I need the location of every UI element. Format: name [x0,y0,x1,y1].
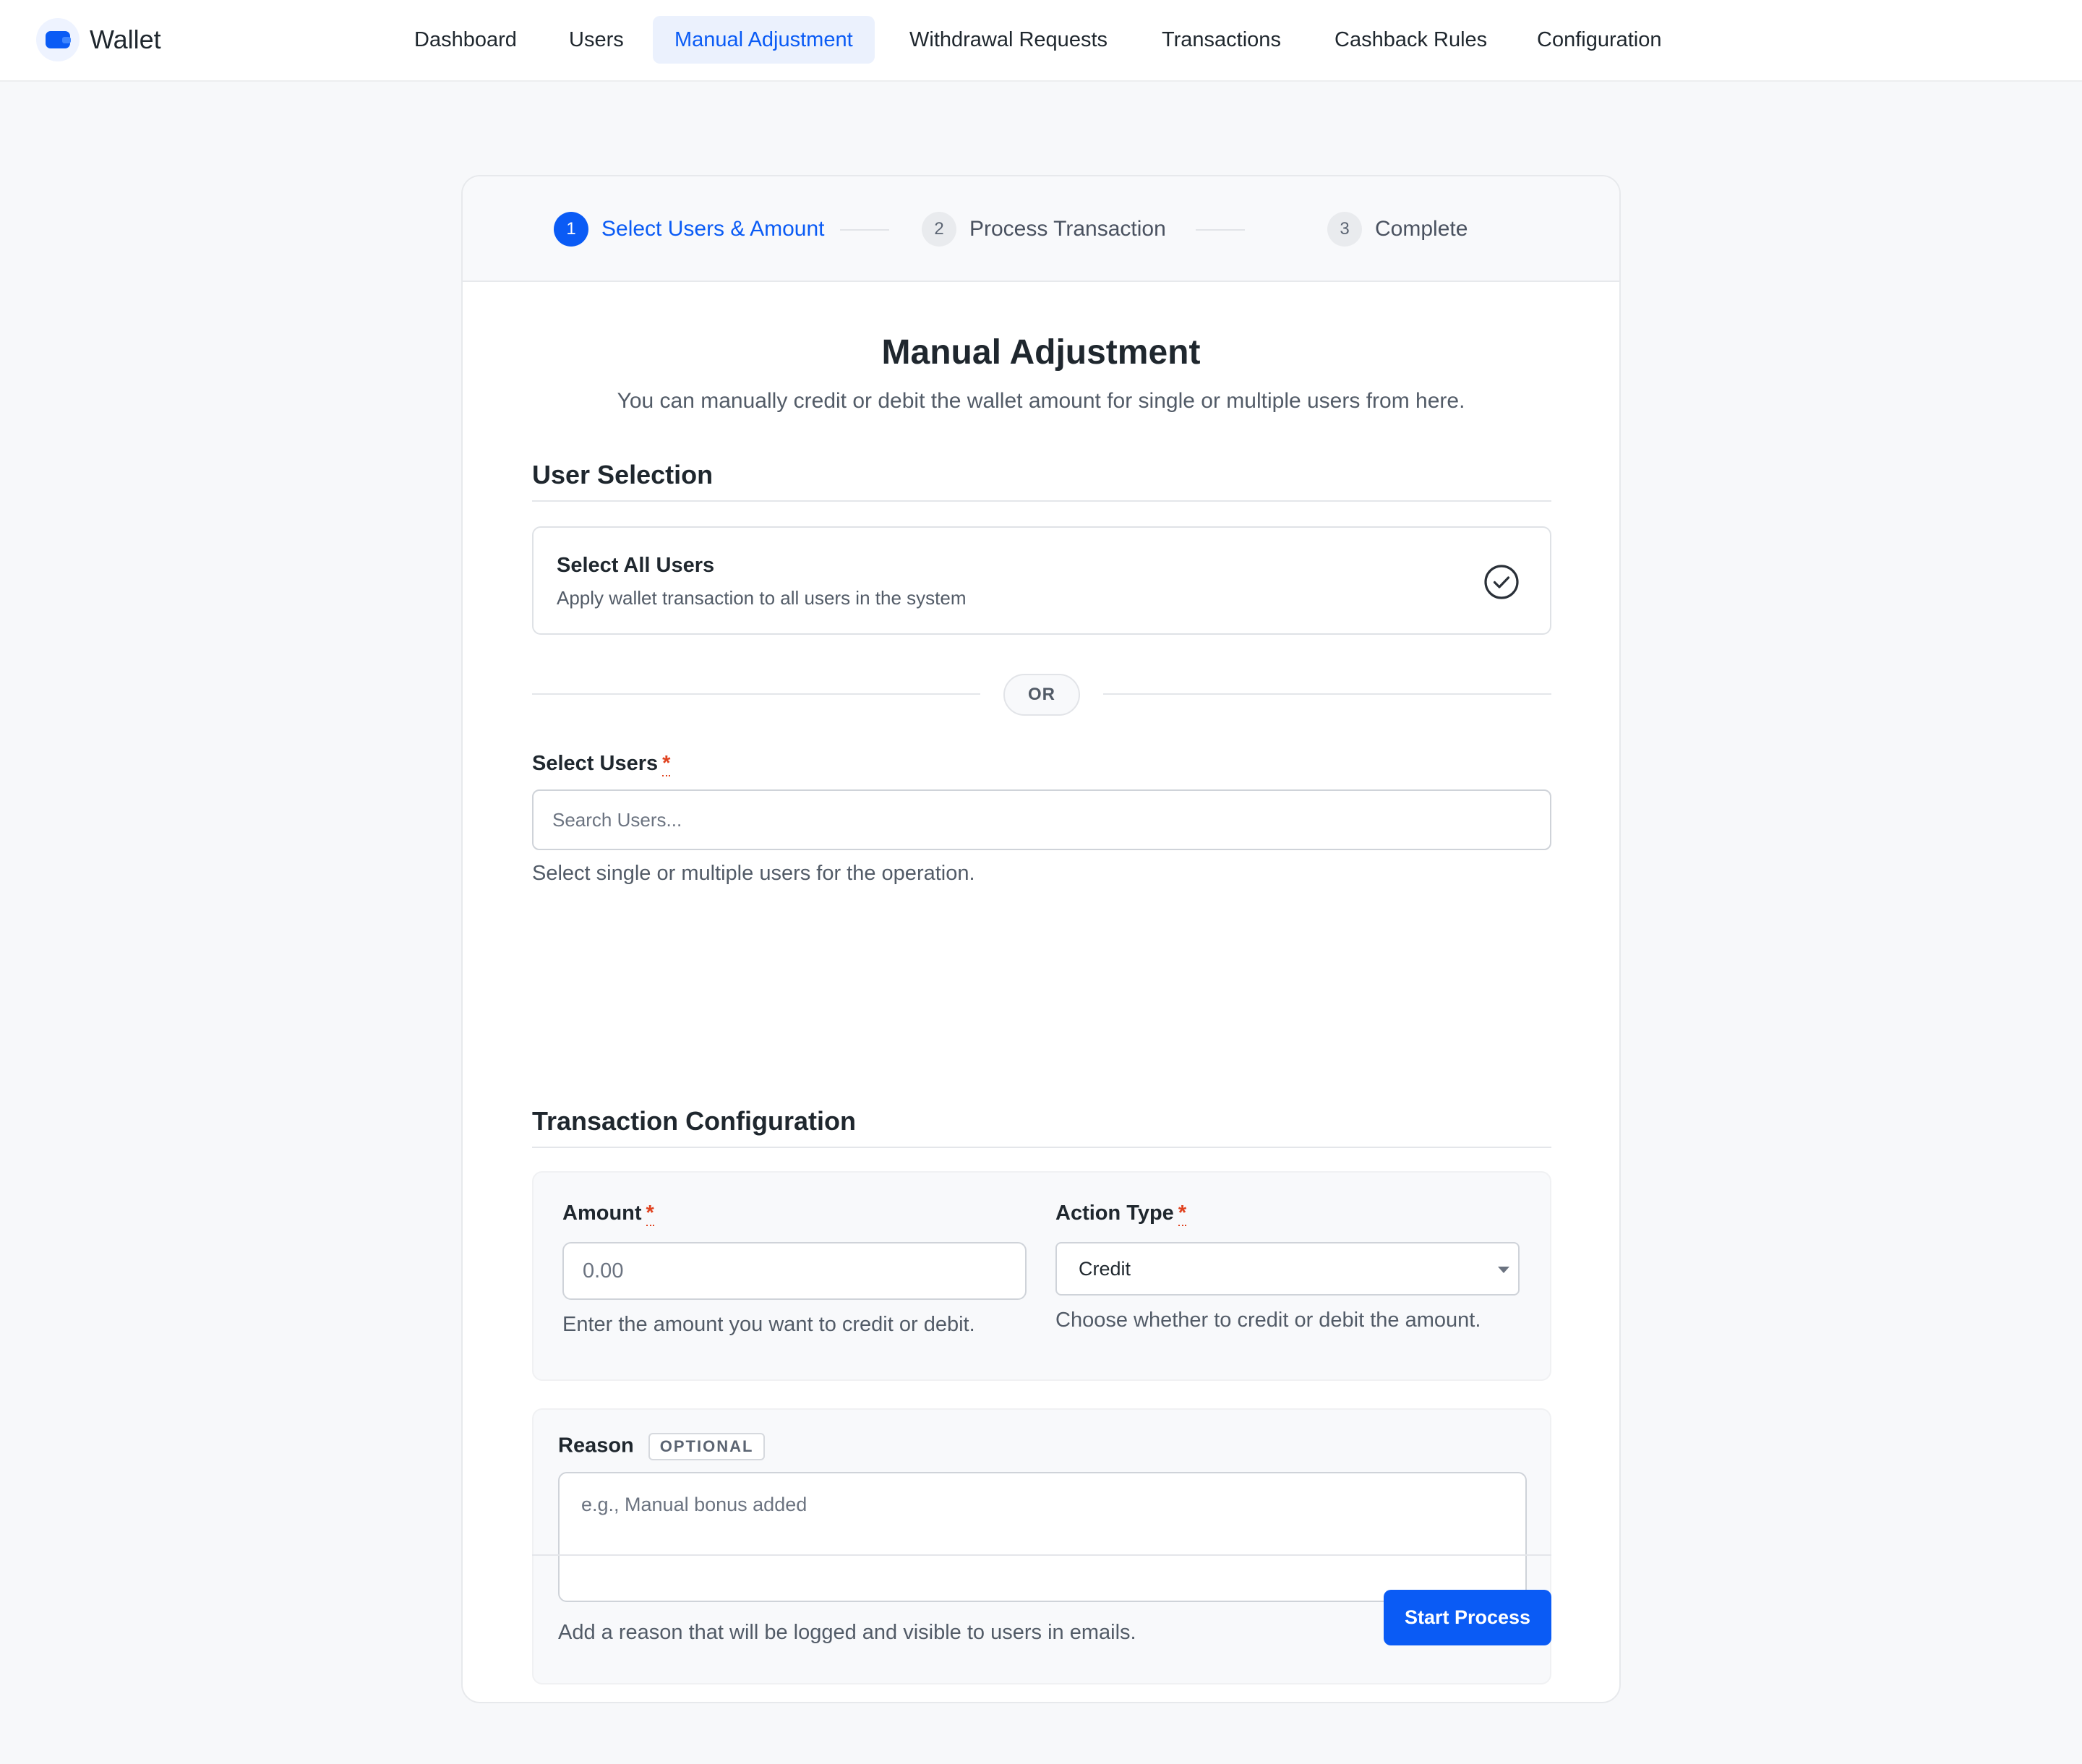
optional-badge: OPTIONAL [648,1433,766,1460]
step-number: 2 [922,212,956,247]
action-type-label-text: Action Type [1055,1202,1174,1225]
action-type-help: Choose whether to credit or debit the am… [1055,1309,1481,1332]
select-users-label-text: Select Users [532,752,659,775]
footer-divider [532,1554,1551,1556]
step-process-transaction: 2 Process Transaction [922,211,1166,247]
amount-help: Enter the amount you want to credit or d… [562,1313,975,1336]
select-all-description: Apply wallet transaction to all users in… [557,587,967,609]
wallet-icon [36,18,80,61]
page-subtitle: You can manually credit or debit the wal… [617,389,1465,413]
nav-manual-adjustment[interactable]: Manual Adjustment [653,16,875,64]
required-mark: * [662,752,671,776]
section-title-transaction-configuration: Transaction Configuration [532,1106,857,1136]
check-circle-icon[interactable] [1483,564,1520,600]
step-label: Process Transaction [969,217,1166,241]
or-divider-right [1103,693,1551,695]
nav-configuration[interactable]: Configuration [1515,16,1684,64]
step-connector [1196,229,1245,231]
nav-cashback-rules[interactable]: Cashback Rules [1313,16,1509,64]
reason-label: Reason OPTIONAL [558,1433,766,1460]
step-number: 3 [1327,212,1362,247]
step-number: 1 [554,212,588,247]
start-process-button[interactable]: Start Process [1384,1590,1551,1645]
or-divider-left [532,693,980,695]
amount-action-panel: Amount* Enter the amount you want to cre… [532,1171,1551,1381]
select-users-help: Select single or multiple users for the … [532,862,975,885]
amount-label-text: Amount [562,1202,642,1225]
nav-withdrawal-requests[interactable]: Withdrawal Requests [888,16,1129,64]
step-label: Complete [1375,217,1468,241]
or-divider-label: OR [1003,674,1080,716]
reason-help: Add a reason that will be logged and vis… [558,1621,1136,1644]
section-divider [532,500,1551,502]
page-title: Manual Adjustment [881,333,1201,372]
action-type-label: Action Type * [1055,1202,1187,1226]
step-connector [840,229,889,231]
search-users-input[interactable] [532,789,1551,850]
required-mark: * [646,1202,654,1226]
brand[interactable]: Wallet [36,18,161,61]
reason-label-text: Reason [558,1434,634,1457]
select-all-users-option[interactable]: Select All Users Apply wallet transactio… [532,526,1551,635]
nav-dashboard[interactable]: Dashboard [393,16,539,64]
required-mark: * [1178,1202,1187,1226]
manual-adjustment-card: 1 Select Users & Amount 2 Process Transa… [461,175,1621,1703]
brand-name: Wallet [90,25,161,54]
step-select-users: 1 Select Users & Amount [554,211,824,247]
stepper: 1 Select Users & Amount 2 Process Transa… [463,176,1619,282]
amount-label: Amount * [562,1202,654,1226]
action-type-selected-value: Credit [1079,1258,1131,1280]
chevron-down-icon [1498,1267,1509,1273]
select-users-label: Select Users * [532,752,671,776]
select-all-title: Select All Users [557,554,715,577]
nav-transactions[interactable]: Transactions [1140,16,1303,64]
step-label: Select Users & Amount [601,217,825,241]
section-divider [532,1147,1551,1148]
amount-input[interactable] [562,1242,1027,1300]
nav-users[interactable]: Users [547,16,646,64]
section-title-user-selection: User Selection [532,460,714,489]
reason-textarea[interactable] [558,1472,1527,1602]
step-complete: 3 Complete [1327,211,1468,247]
action-type-select[interactable]: Credit [1055,1242,1520,1296]
top-navbar: Wallet Dashboard Users Manual Adjustment… [0,0,2082,82]
